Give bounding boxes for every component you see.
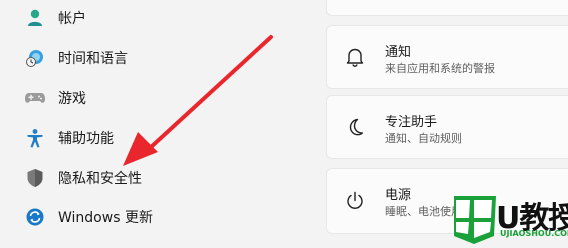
sidebar-item-time-language[interactable]: 时间和语言 xyxy=(24,42,128,74)
sidebar-item-privacy-security[interactable]: 隐私和安全性 xyxy=(24,162,142,194)
card-title: 通知 xyxy=(385,45,412,60)
sidebar-item-label: 游戏 xyxy=(58,91,86,107)
sidebar-item-label: 帐户 xyxy=(58,11,86,27)
sidebar-item-label: Windows 更新 xyxy=(58,210,153,226)
gamepad-icon xyxy=(24,87,46,109)
bell-icon xyxy=(343,45,367,69)
sidebar-item-gaming[interactable]: 游戏 xyxy=(24,82,86,114)
sidebar-item-label: 辅助功能 xyxy=(58,131,114,147)
power-icon xyxy=(343,189,367,213)
setting-card-focus-assist[interactable]: 专注助手 通知、自动规则 xyxy=(326,95,568,159)
card-description: 来自应用和系统的警报 xyxy=(385,62,495,75)
watermark-url: UJIAOSHOU.COM xyxy=(500,229,568,238)
account-icon xyxy=(24,7,46,29)
sidebar-item-label: 时间和语言 xyxy=(58,51,128,67)
sidebar-item-label: 隐私和安全性 xyxy=(58,171,142,187)
time-language-icon xyxy=(24,47,46,69)
sidebar-item-windows-update[interactable]: Windows 更新 xyxy=(24,201,153,233)
settings-sidebar: 帐户 时间和语言 游戏 辅助功能 隐私和安全性 Windows 更新 xyxy=(0,0,322,244)
sidebar-item-accounts[interactable]: 帐户 xyxy=(24,2,86,34)
windows-update-icon xyxy=(24,206,46,228)
card-title: 电源 xyxy=(385,188,412,203)
moon-icon xyxy=(343,115,367,139)
sidebar-item-accessibility[interactable]: 辅助功能 xyxy=(24,122,114,154)
setting-card-notifications[interactable]: 通知 来自应用和系统的警报 xyxy=(326,25,568,89)
card-title: 专注助手 xyxy=(385,115,438,130)
shield-icon xyxy=(24,167,46,189)
previous-setting-card[interactable] xyxy=(326,0,568,16)
card-description: 通知、自动规则 xyxy=(385,132,462,145)
accessibility-icon xyxy=(24,127,46,149)
